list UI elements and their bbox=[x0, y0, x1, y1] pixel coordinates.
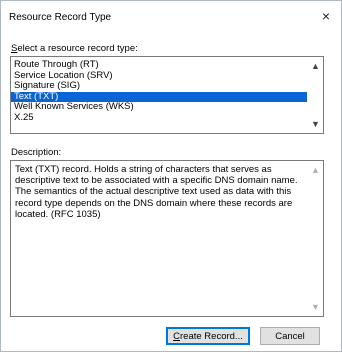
select-label-text: elect a resource record type: bbox=[17, 43, 138, 54]
dialog-title: Resource Record Type bbox=[9, 12, 112, 23]
description-scrollbar[interactable]: ▲ ▼ bbox=[308, 161, 323, 316]
close-button[interactable]: × bbox=[315, 6, 337, 26]
record-type-item[interactable]: Well Known Services (WKS) bbox=[11, 101, 307, 113]
record-type-item[interactable]: X.25 bbox=[11, 112, 307, 124]
description-box[interactable]: Text (TXT) record. Holds a string of cha… bbox=[10, 160, 324, 317]
resource-record-type-dialog: Resource Record Type × Select a resource… bbox=[0, 0, 342, 352]
record-type-list: Route Through (RT) Service Location (SRV)… bbox=[11, 59, 307, 124]
chevron-down-icon[interactable]: ▼ bbox=[308, 300, 323, 314]
chevron-up-icon[interactable]: ▲ bbox=[308, 163, 323, 177]
description-text: Text (TXT) record. Holds a string of cha… bbox=[15, 164, 298, 220]
select-record-type-label: Select a resource record type: bbox=[11, 43, 138, 54]
chevron-up-icon[interactable]: ▲ bbox=[308, 59, 323, 73]
title-bar: Resource Record Type × bbox=[1, 1, 341, 31]
description-label: Description: bbox=[11, 147, 62, 158]
create-record-hotkey: C bbox=[173, 331, 181, 342]
record-type-item[interactable]: Route Through (RT) bbox=[11, 59, 307, 71]
listbox-scrollbar[interactable]: ▲ ▼ bbox=[308, 57, 323, 133]
create-record-button[interactable]: Create Record... bbox=[166, 327, 250, 345]
close-icon: × bbox=[321, 8, 331, 24]
cancel-button[interactable]: Cancel bbox=[260, 327, 320, 345]
create-record-label: reate Record... bbox=[180, 331, 243, 342]
record-type-item[interactable]: Signature (SIG) bbox=[11, 80, 307, 92]
record-type-listbox[interactable]: Route Through (RT) Service Location (SRV)… bbox=[10, 56, 324, 134]
chevron-down-icon[interactable]: ▼ bbox=[308, 117, 323, 131]
